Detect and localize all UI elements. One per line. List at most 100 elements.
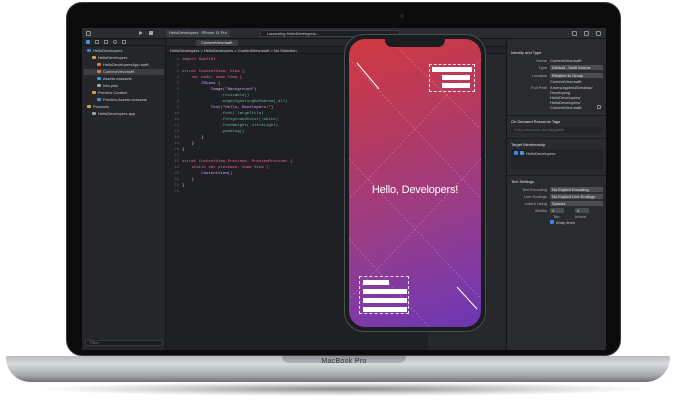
file-icon <box>87 49 91 53</box>
target-checkbox[interactable] <box>514 151 518 155</box>
nav-item[interactable]: HelloDevelopers <box>84 55 164 61</box>
file-inspector: Identity and Type Name ContentView.swift… <box>506 39 606 350</box>
code-line: ZStack { <box>182 82 221 86</box>
file-icon <box>87 105 91 109</box>
code-line: .fontWeight(.ultraLight) <box>182 124 279 128</box>
placeholder-bar <box>432 67 472 72</box>
line-number: 8 <box>176 100 179 104</box>
folder-tab-icon[interactable] <box>86 40 90 44</box>
camera <box>400 14 404 18</box>
divider <box>507 175 606 176</box>
top-selection-box[interactable] <box>429 64 475 92</box>
odr-title: On Demand Resource Tags <box>511 119 561 124</box>
nav-item[interactable]: Info.plist <box>84 83 164 89</box>
code-line: } <box>182 136 204 140</box>
navigator-toggle-icon[interactable] <box>86 31 91 36</box>
code-line: } <box>182 148 185 152</box>
indent-label: Indent Using <box>524 201 547 206</box>
line-number: 1 <box>176 58 179 62</box>
nav-item-label: Preview Content <box>98 90 128 95</box>
symbol-icon[interactable] <box>104 40 108 44</box>
issue-icon[interactable] <box>122 40 126 44</box>
placeholder-bar <box>363 298 407 303</box>
code-line: .foregroundColor(.white) <box>182 118 279 122</box>
code-line: .edgesIgnoringSafeArea(.all) <box>182 100 288 104</box>
nav-item[interactable]: Assets.xcassets <box>84 76 164 82</box>
odr-field[interactable]: Only resources are taggable <box>511 127 603 133</box>
filter-placeholder: Filter <box>90 340 99 345</box>
type-value: Default - Swift Source <box>552 65 591 70</box>
encoding-select[interactable]: No Explicit Encoding <box>550 187 603 192</box>
preview-screen[interactable]: Hello, Developers! <box>349 39 481 327</box>
file-icon <box>97 98 101 102</box>
target-list: HelloDevelopers <box>511 149 603 169</box>
nav-item-label: Assets.xcassets <box>103 76 132 81</box>
line-number: 21 <box>174 178 179 182</box>
inspector-toggle-icon[interactable] <box>596 31 601 36</box>
indent-value: Spaces <box>552 201 566 206</box>
indent-width-field[interactable]: 4 <box>575 208 589 213</box>
device-name: iPhone 11 Pro <box>201 30 227 35</box>
nav-item[interactable]: Products <box>84 104 164 110</box>
code-line: } <box>182 142 195 146</box>
nav-item[interactable]: HelloDevelopersApp.swift <box>84 62 164 68</box>
toolbar: HelloDevelopers › iPhone 11 Pro Launchin… <box>82 28 606 39</box>
code-line: .resizable() <box>182 94 250 98</box>
placeholder-bar <box>363 280 389 285</box>
line-number: 15 <box>174 142 179 146</box>
filter-field[interactable]: Filter <box>85 340 163 346</box>
line-number: 2 <box>176 64 179 68</box>
wrap-lines-checkbox[interactable] <box>550 220 554 224</box>
laptop-shadow <box>40 382 646 396</box>
location-select[interactable]: Relative to Group <box>550 73 603 78</box>
name-value[interactable]: ContentView.swift <box>550 58 582 63</box>
nav-item[interactable]: Preview Assets.xcassets <box>84 97 164 103</box>
bottom-selection-box[interactable] <box>359 276 409 314</box>
review-icon[interactable] <box>584 31 589 36</box>
library-icon[interactable] <box>572 31 577 36</box>
laptop-brand: MacBook Pro <box>321 358 367 365</box>
line-number: 18 <box>174 160 179 164</box>
find-icon[interactable] <box>113 40 117 44</box>
code-line: ContentView() <box>182 172 233 176</box>
tab-width-value: 4 <box>552 208 555 213</box>
source-control-icon[interactable] <box>95 40 99 44</box>
nav-item[interactable]: ContentView.swift <box>84 69 164 75</box>
tab-width-field[interactable]: 4 <box>550 208 564 213</box>
nav-item[interactable]: Preview Content <box>84 90 164 96</box>
code-line: Text("Hello, Developers!") <box>182 106 274 110</box>
endings-select[interactable]: No Explicit Line Endings <box>550 194 603 199</box>
run-icon[interactable] <box>139 31 143 35</box>
text-settings-title: Text Settings <box>511 179 534 184</box>
navigator-tabs <box>82 39 166 46</box>
nav-item[interactable]: HelloDevelopers <box>84 48 164 54</box>
code-line: struct ContentView_Previews: PreviewProv… <box>182 160 293 164</box>
name-label: Name <box>536 58 547 63</box>
line-number: 10 <box>174 112 179 116</box>
code-line: var body: some View { <box>182 76 243 80</box>
line-number: 23 <box>174 190 179 194</box>
type-select[interactable]: Default - Swift Source <box>550 65 603 70</box>
location-value: Relative to Group <box>552 73 584 78</box>
endings-value: No Explicit Line Endings <box>552 194 596 199</box>
placeholder-bar <box>363 289 407 294</box>
nav-item-label: HelloDevelopers <box>98 55 128 60</box>
stop-icon[interactable] <box>149 31 153 35</box>
code-line: struct ContentView: View { <box>182 70 245 74</box>
reveal-in-finder-icon[interactable] <box>597 105 601 109</box>
placeholder-bar <box>363 307 407 312</box>
file-icon <box>97 63 101 67</box>
tab-label: ContentView.swift <box>201 40 233 45</box>
nav-item-label: HelloDevelopers <box>93 48 123 53</box>
indent-select[interactable]: Spaces <box>550 201 603 206</box>
iphone-preview: Hello, Developers! <box>344 34 486 332</box>
tab-caption: Tab <box>553 214 560 219</box>
line-number: 13 <box>174 130 179 134</box>
fullpath-line: ContentView.swift <box>550 105 582 110</box>
nav-item[interactable]: HelloDevelopers.app <box>84 111 164 117</box>
line-number: 14 <box>174 136 179 140</box>
tab-contentview[interactable]: ContentView.swift <box>196 40 238 46</box>
scheme-selector[interactable]: HelloDevelopers › iPhone 11 Pro <box>166 30 230 37</box>
preview-hello-text: Hello, Developers! <box>371 184 459 196</box>
line-number: 12 <box>174 124 179 128</box>
